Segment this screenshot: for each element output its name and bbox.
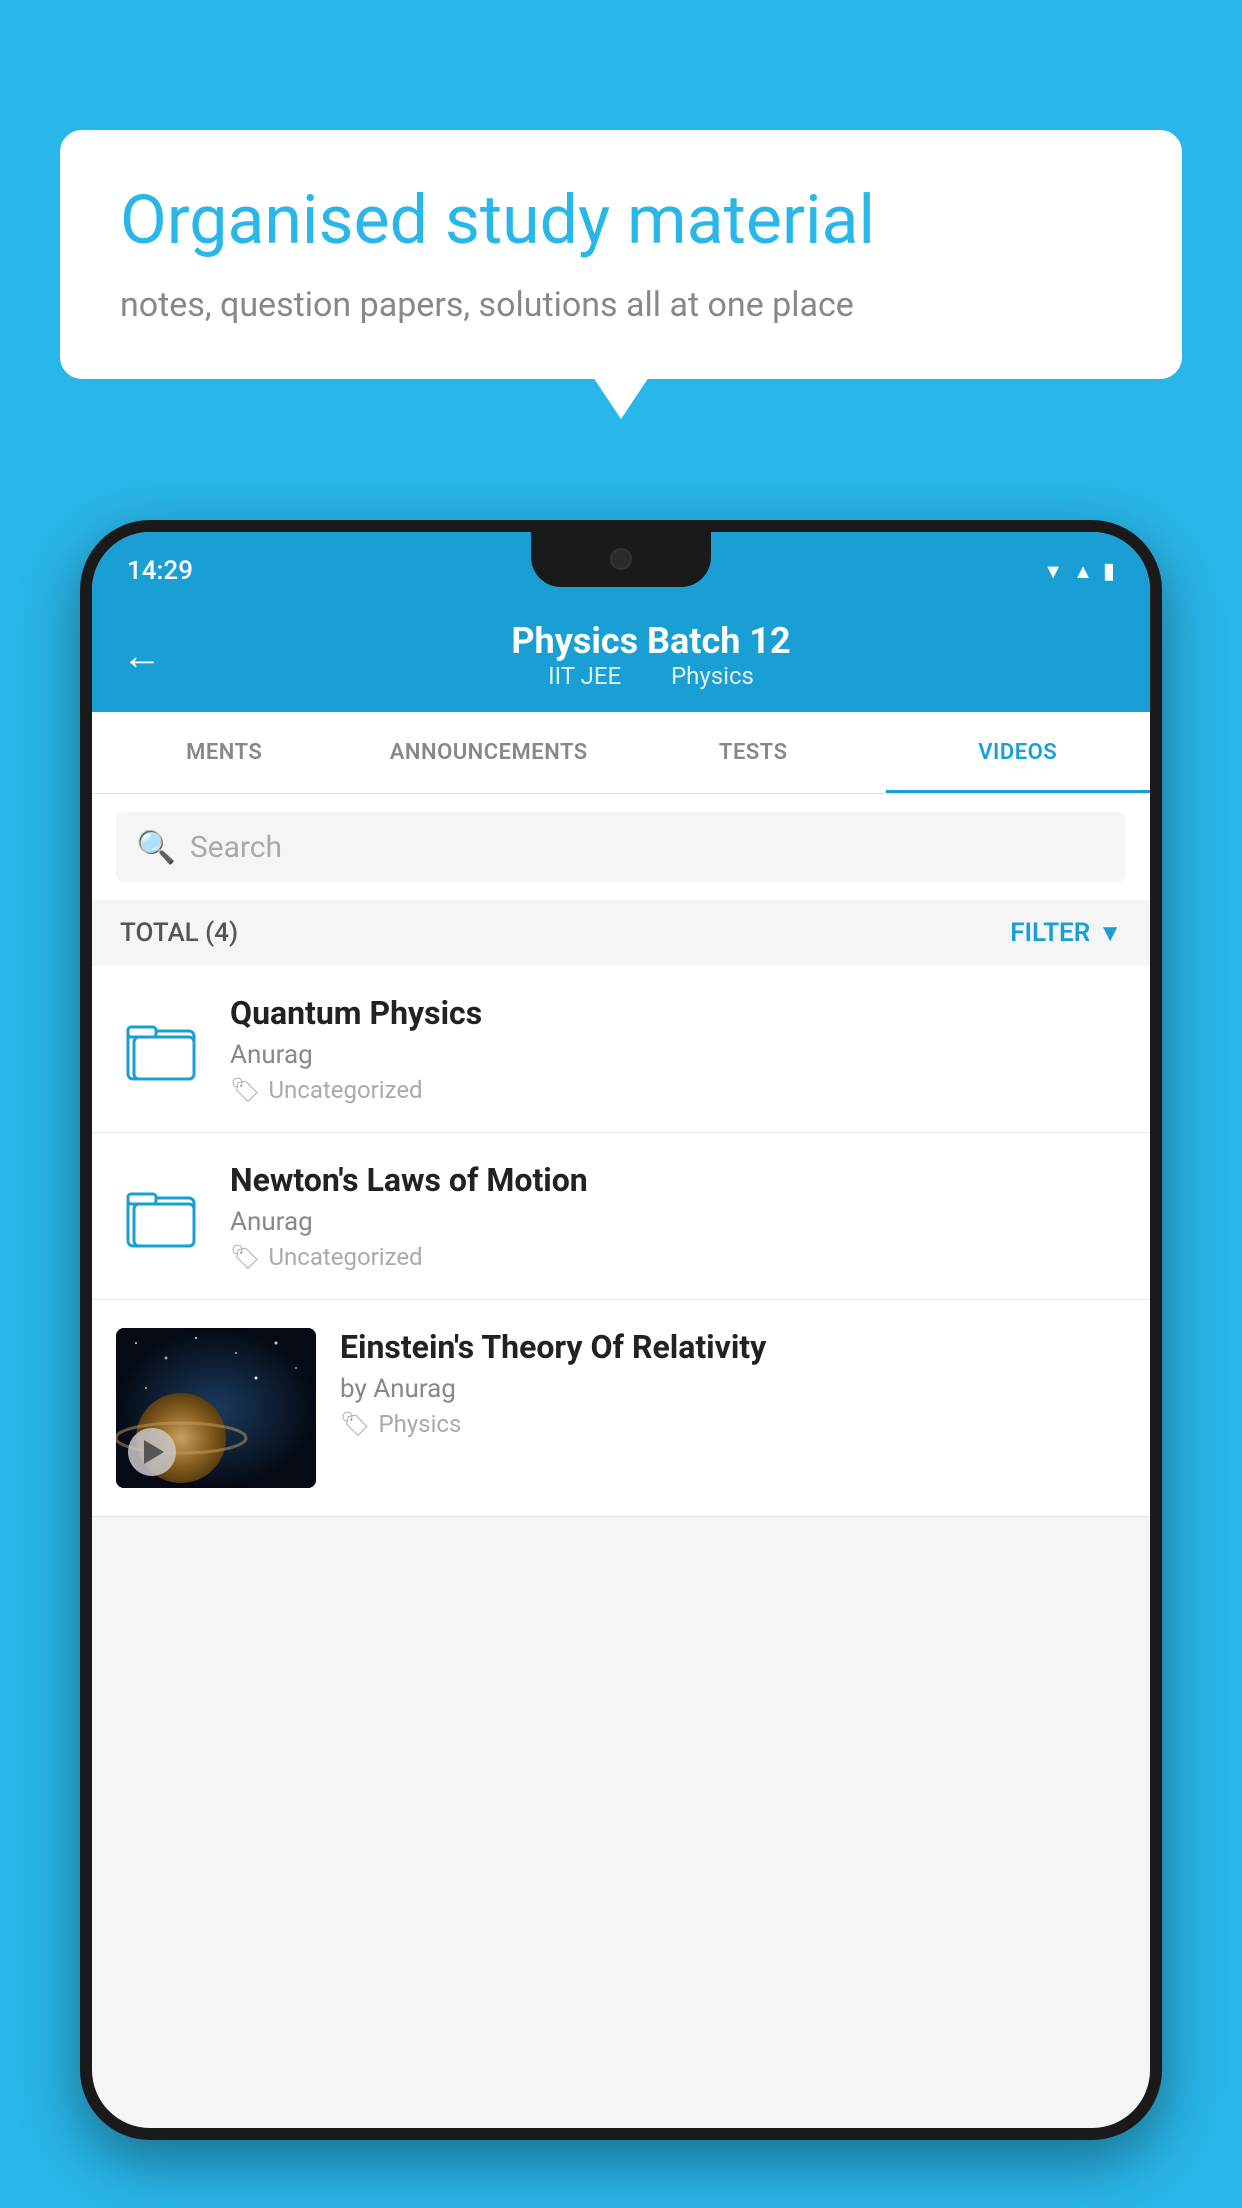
filter-bar: TOTAL (4) FILTER ▼ bbox=[92, 900, 1150, 966]
video-author: Anurag bbox=[230, 1040, 1126, 1070]
filter-button[interactable]: FILTER ▼ bbox=[1010, 918, 1122, 948]
subtitle-separator bbox=[643, 662, 655, 690]
speech-bubble: Organised study material notes, question… bbox=[60, 130, 1182, 379]
video-tag: 🏷 Physics bbox=[340, 1410, 1126, 1438]
header-title-area: Physics Batch 12 IIT JEE Physics bbox=[182, 620, 1120, 690]
filter-icon: ▼ bbox=[1098, 919, 1122, 948]
video-title: Einstein's Theory Of Relativity bbox=[340, 1328, 1126, 1366]
tag-icon: 🏷 bbox=[230, 1243, 260, 1271]
video-tag: 🏷 Uncategorized bbox=[230, 1243, 1126, 1271]
video-icon-area bbox=[116, 1017, 206, 1082]
header-subtitle: IIT JEE Physics bbox=[182, 662, 1120, 690]
video-list: Quantum Physics Anurag 🏷 Uncategorized bbox=[92, 966, 1150, 1517]
status-time: 14:29 bbox=[127, 556, 193, 586]
tab-ments[interactable]: MENTS bbox=[92, 712, 357, 793]
battery-icon bbox=[1103, 559, 1115, 584]
tag-icon: 🏷 bbox=[340, 1410, 370, 1438]
list-item[interactable]: Newton's Laws of Motion Anurag 🏷 Uncateg… bbox=[92, 1133, 1150, 1300]
list-item[interactable]: Einstein's Theory Of Relativity by Anura… bbox=[92, 1300, 1150, 1517]
tag-label: Uncategorized bbox=[268, 1243, 422, 1271]
phone-container: 14:29 ← Physics Batch 12 IIT JEE Physics bbox=[80, 520, 1162, 2208]
list-item[interactable]: Quantum Physics Anurag 🏷 Uncategorized bbox=[92, 966, 1150, 1133]
tag-label: Uncategorized bbox=[268, 1076, 422, 1104]
video-author: by Anurag bbox=[340, 1374, 1126, 1404]
status-icons bbox=[1043, 559, 1115, 584]
tab-announcements[interactable]: ANNOUNCEMENTS bbox=[357, 712, 622, 793]
subtitle-part1: IIT JEE bbox=[548, 662, 621, 690]
wifi-icon bbox=[1043, 559, 1063, 584]
tag-label: Physics bbox=[378, 1410, 461, 1438]
search-input[interactable]: Search bbox=[190, 830, 282, 865]
phone-frame: 14:29 ← Physics Batch 12 IIT JEE Physics bbox=[80, 520, 1162, 2140]
play-button[interactable] bbox=[128, 1428, 176, 1476]
tab-bar: MENTS ANNOUNCEMENTS TESTS VIDEOS bbox=[92, 712, 1150, 794]
search-bar-container: 🔍 Search bbox=[92, 794, 1150, 900]
tab-tests[interactable]: TESTS bbox=[621, 712, 886, 793]
folder-icon bbox=[126, 1184, 196, 1249]
video-title: Quantum Physics bbox=[230, 994, 1126, 1032]
subtitle-part2: Physics bbox=[671, 662, 754, 690]
back-button[interactable]: ← bbox=[122, 632, 162, 679]
tag-icon: 🏷 bbox=[230, 1076, 260, 1104]
video-info: Einstein's Theory Of Relativity by Anura… bbox=[340, 1328, 1126, 1438]
app-header: ← Physics Batch 12 IIT JEE Physics bbox=[92, 600, 1150, 712]
signal-icon bbox=[1073, 559, 1093, 584]
speech-bubble-container: Organised study material notes, question… bbox=[60, 130, 1182, 379]
video-icon-area bbox=[116, 1184, 206, 1249]
search-bar[interactable]: 🔍 Search bbox=[116, 812, 1126, 882]
video-tag: 🏷 Uncategorized bbox=[230, 1076, 1126, 1104]
video-info: Newton's Laws of Motion Anurag 🏷 Uncateg… bbox=[230, 1161, 1126, 1271]
play-icon bbox=[144, 1440, 164, 1464]
folder-icon bbox=[126, 1017, 196, 1082]
search-icon: 🔍 bbox=[136, 828, 176, 866]
phone-screen: 14:29 ← Physics Batch 12 IIT JEE Physics bbox=[92, 532, 1150, 2128]
video-author: Anurag bbox=[230, 1207, 1126, 1237]
header-title: Physics Batch 12 bbox=[182, 620, 1120, 662]
tab-videos[interactable]: VIDEOS bbox=[886, 712, 1151, 793]
total-count-label: TOTAL (4) bbox=[120, 918, 238, 948]
video-thumbnail bbox=[116, 1328, 316, 1488]
notch bbox=[531, 532, 711, 587]
speech-bubble-subtitle: notes, question papers, solutions all at… bbox=[120, 282, 1122, 330]
video-title: Newton's Laws of Motion bbox=[230, 1161, 1126, 1199]
speech-bubble-title: Organised study material bbox=[120, 180, 1122, 262]
video-info: Quantum Physics Anurag 🏷 Uncategorized bbox=[230, 994, 1126, 1104]
filter-label: FILTER bbox=[1010, 918, 1090, 948]
front-camera bbox=[610, 548, 632, 570]
